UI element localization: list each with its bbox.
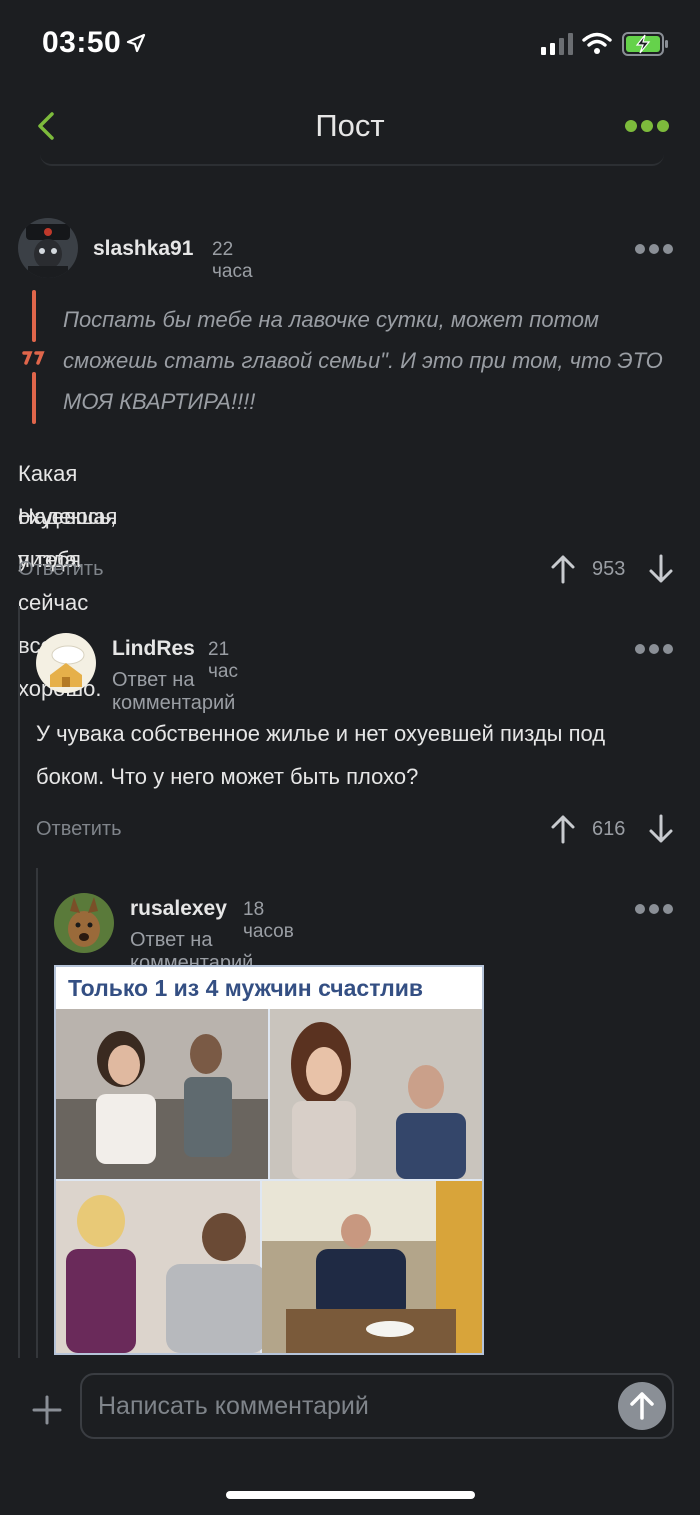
comment-input[interactable] xyxy=(80,1373,674,1439)
thread-line xyxy=(36,868,38,1358)
navbar: Пост xyxy=(0,90,700,162)
comment-composer xyxy=(0,1358,700,1515)
downvote-icon[interactable] xyxy=(648,554,674,584)
avatar[interactable] xyxy=(54,893,114,953)
send-button[interactable] xyxy=(618,1382,666,1430)
page-title: Пост xyxy=(315,108,385,143)
reply-button[interactable]: Ответить xyxy=(36,818,122,841)
quote-bar-top xyxy=(32,290,36,342)
more-options-button[interactable] xyxy=(624,116,670,136)
upvote-icon[interactable] xyxy=(550,554,576,584)
reply-to-label[interactable]: Ответ на комментарий xyxy=(112,669,235,715)
thread-line xyxy=(18,606,20,1358)
comment-text: У чувака собственное жилье и нет охуевше… xyxy=(36,721,606,789)
comment-more-icon[interactable] xyxy=(634,242,674,256)
image-caption: Только 1 из 4 мужчин счастлив xyxy=(56,967,482,1009)
cellular-signal-icon xyxy=(541,33,573,55)
comment-quote: Поспать бы тебе на лавочке сутки, может … xyxy=(63,307,663,414)
reply-button[interactable]: Ответить xyxy=(18,558,104,581)
home-indicator xyxy=(226,1491,475,1499)
post-bottom-edge xyxy=(40,154,664,166)
downvote-icon[interactable] xyxy=(648,814,674,844)
battery-charging-icon xyxy=(622,32,668,56)
vote-count: 616 xyxy=(592,818,626,840)
vote-count: 953 xyxy=(592,558,626,580)
image-photo-collage xyxy=(56,1009,482,1353)
location-arrow-icon xyxy=(126,33,146,53)
ellipsis-icon xyxy=(625,120,669,132)
comment-more-icon[interactable] xyxy=(634,902,674,916)
comment-author[interactable]: slashka91 xyxy=(93,237,193,261)
avatar[interactable] xyxy=(18,218,78,278)
status-bar: 03:50 xyxy=(0,0,700,90)
status-time: 03:50 xyxy=(42,26,122,59)
avatar[interactable] xyxy=(36,633,96,693)
upvote-icon[interactable] xyxy=(550,814,576,844)
quote-mark-icon xyxy=(22,351,45,365)
comment-time: 22 часа xyxy=(212,239,253,282)
wifi-icon xyxy=(582,32,612,54)
comment-image[interactable]: Только 1 из 4 мужчин счастлив xyxy=(54,965,484,1355)
plus-icon[interactable] xyxy=(30,1393,64,1427)
comment-more-icon[interactable] xyxy=(634,642,674,656)
comment-author[interactable]: LindRes xyxy=(112,637,195,661)
arrow-up-icon xyxy=(630,1392,654,1420)
quote-bar-bottom xyxy=(32,372,36,424)
comment-author[interactable]: rusalexey xyxy=(130,897,227,921)
